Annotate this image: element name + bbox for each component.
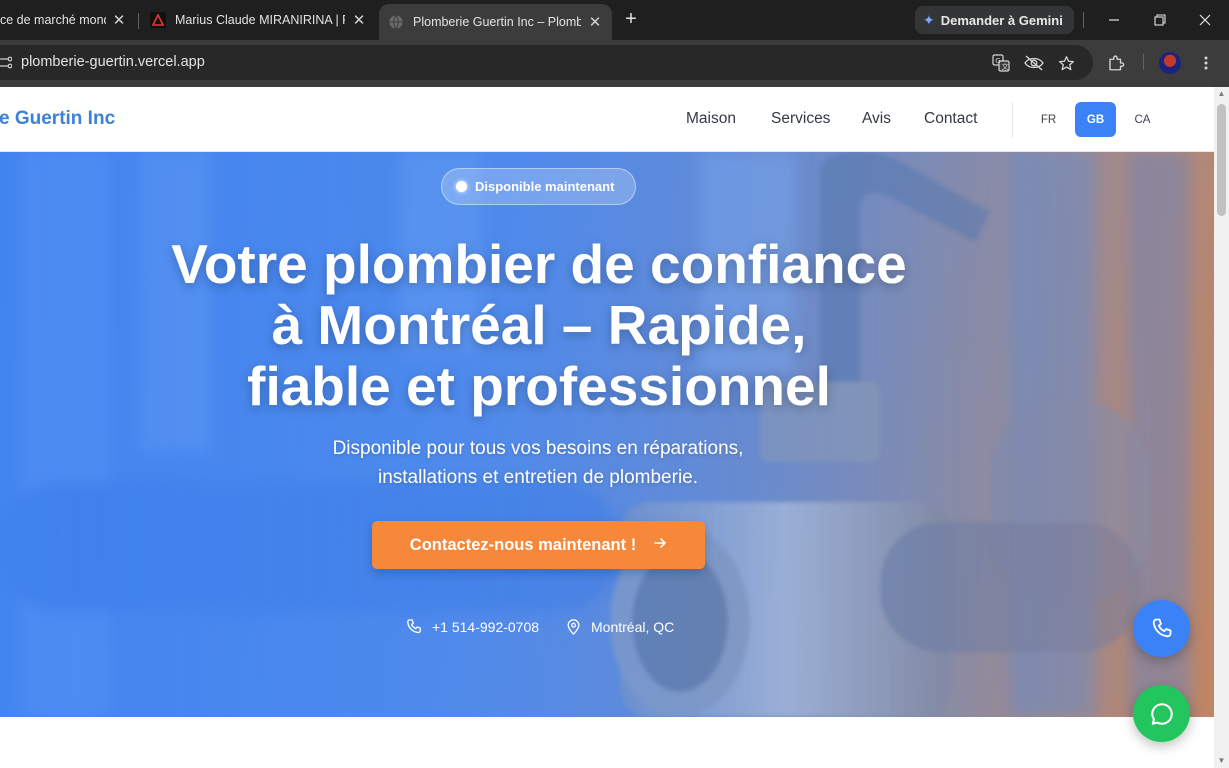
lang-button-gb[interactable]: GB [1075, 102, 1116, 137]
bookmark-star-icon[interactable] [1056, 53, 1076, 73]
browser-tab-active[interactable]: Plomberie Guertin Inc – Plombi ✕ [379, 4, 612, 40]
hero-title: Votre plombier de confiance à Montréal –… [100, 234, 978, 417]
hero-title-line: fiable et professionnel [247, 355, 831, 417]
hero-subtitle: Disponible pour tous vos besoins en répa… [288, 434, 788, 492]
browser-tab[interactable]: Marius Claude MIRANIRINA | Fu ✕ [140, 6, 376, 34]
browser-tab-strip: ce de marché mond ✕ Marius Claude MIRANI… [0, 0, 1229, 40]
phone-icon [407, 619, 422, 634]
gemini-label: Demander à Gemini [940, 12, 1063, 28]
whatsapp-chat-icon [1150, 702, 1173, 725]
close-tab-icon[interactable]: ✕ [110, 11, 128, 29]
new-tab-button[interactable]: + [620, 9, 642, 31]
close-tab-icon[interactable]: ✕ [586, 13, 604, 31]
extensions-puzzle-icon[interactable] [1106, 53, 1126, 73]
availability-badge: Disponible maintenant [441, 168, 636, 205]
svg-text:G: G [995, 57, 1000, 65]
gemini-sparkle-icon: ✦ [923, 11, 935, 28]
url-text[interactable]: plomberie-guertin.vercel.app [21, 54, 205, 70]
hero-phone[interactable]: +1 514-992-0708 [405, 618, 539, 636]
scroll-down-icon[interactable]: ▼ [1217, 757, 1226, 765]
site-header: e Guertin Inc Maison Services Avis Conta… [0, 87, 1214, 152]
browser-tab[interactable]: ce de marché mond ✕ [0, 6, 136, 34]
separator [1083, 12, 1084, 28]
badge-label: Disponible maintenant [475, 179, 615, 194]
tab-title: Plomberie Guertin Inc – Plombi [413, 15, 581, 29]
nav-link-maison[interactable]: Maison [686, 110, 736, 128]
status-dot-icon [456, 181, 467, 192]
cta-label: Contactez-nous maintenant ! [409, 535, 637, 554]
nav-divider [1012, 102, 1013, 138]
restore-icon[interactable] [1149, 9, 1171, 31]
translate-icon[interactable]: G文 [991, 53, 1011, 73]
arrow-right-icon [654, 536, 667, 554]
nav-link-contact[interactable]: Contact [924, 110, 977, 128]
whatsapp-floating-button[interactable] [1133, 685, 1190, 742]
tab-title: ce de marché mond [0, 13, 106, 27]
separator [1143, 54, 1144, 70]
close-tab-icon[interactable]: ✕ [350, 11, 368, 29]
close-window-icon[interactable] [1194, 9, 1216, 31]
tab-separator [138, 13, 139, 29]
globe-icon [388, 14, 404, 30]
ask-gemini-button[interactable]: ✦ Demander à Gemini [915, 6, 1074, 34]
hero-section: Disponible maintenant Votre plombier de … [0, 152, 1214, 717]
eye-off-icon[interactable] [1024, 53, 1044, 73]
phone-number: +1 514-992-0708 [432, 619, 540, 635]
phone-icon [1152, 618, 1171, 637]
nav-link-services[interactable]: Services [771, 110, 830, 128]
lang-button-fr[interactable]: FR [1028, 102, 1069, 137]
location-text: Montréal, QC [591, 619, 675, 635]
profile-avatar[interactable] [1159, 52, 1181, 74]
tab-title: Marius Claude MIRANIRINA | Fu [175, 13, 345, 27]
hero-subtitle-line: installations et entretien de plomberie. [377, 467, 699, 488]
svg-text:文: 文 [1002, 62, 1009, 71]
site-info-icon[interactable] [0, 56, 13, 70]
nav-link-avis[interactable]: Avis [862, 110, 891, 128]
minimize-icon[interactable] [1103, 9, 1125, 31]
call-floating-button[interactable] [1133, 600, 1190, 657]
scroll-up-icon[interactable]: ▲ [1217, 90, 1226, 98]
more-menu-icon[interactable] [1196, 53, 1216, 73]
triangle-logo-icon [150, 12, 166, 28]
hero-title-line: à Montréal – Rapide, [271, 294, 807, 356]
hero-title-line: Votre plombier de confiance [171, 233, 907, 295]
lang-button-ca[interactable]: CA [1122, 102, 1163, 137]
page-viewport: e Guertin Inc Maison Services Avis Conta… [0, 87, 1214, 768]
site-brand[interactable]: e Guertin Inc [0, 108, 115, 130]
map-pin-icon [567, 619, 580, 635]
contact-now-button[interactable]: Contactez-nous maintenant ! [372, 521, 705, 569]
scrollbar-thumb[interactable] [1217, 104, 1226, 216]
hero-subtitle-line: Disponible pour tous vos besoins en répa… [332, 438, 744, 459]
hero-location: Montréal, QC [565, 618, 674, 636]
